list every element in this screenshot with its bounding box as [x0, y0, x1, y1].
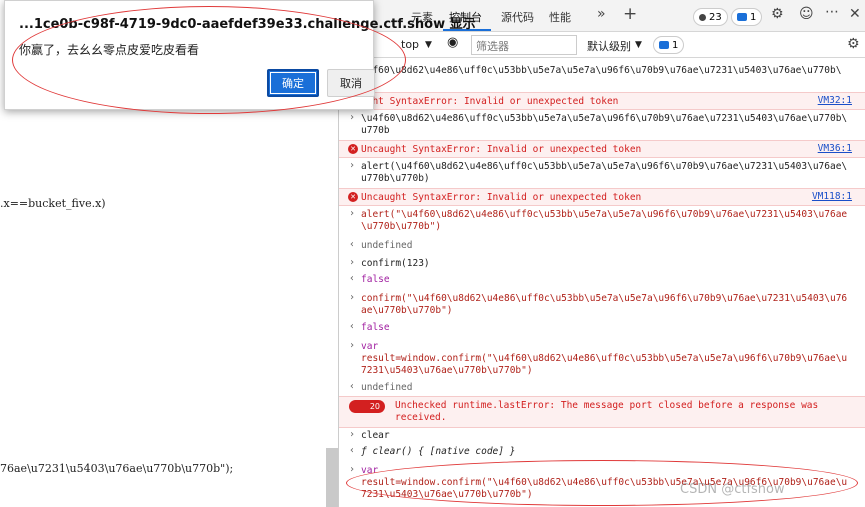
- console-text: u770b: [361, 125, 390, 136]
- console-text: confirm(123): [361, 258, 430, 269]
- error-count-pill: 20: [349, 400, 385, 413]
- chevron-left-icon: ‹: [349, 321, 356, 332]
- console-result-row: ‹ undefined: [339, 238, 865, 254]
- user-feedback-icon[interactable]: ☺: [799, 6, 814, 22]
- cancel-button[interactable]: 取消: [327, 69, 375, 97]
- console-text: ae\u770b\u770b"): [361, 305, 453, 316]
- console-error-text: Uncaught SyntaxError: Invalid or unexpec…: [361, 192, 642, 203]
- console-result: undefined: [361, 240, 413, 251]
- console-error-row: ught SyntaxError: Invalid or unexpected …: [339, 92, 865, 110]
- chevron-right-icon: ›: [349, 429, 356, 440]
- settings-gear-icon[interactable]: ⚙: [771, 6, 784, 22]
- issues-icon: [699, 13, 706, 21]
- level-chevron-down-icon[interactable]: ▼: [635, 40, 642, 50]
- console-settings-gear-icon[interactable]: ⚙: [847, 36, 860, 52]
- console-input-row: › alert(\u4f60\u8d62\u4e86\uff0c\u53bb\u…: [339, 158, 865, 188]
- console-result-row: ‹ false: [339, 320, 865, 336]
- console-result-row: ‹ undefined: [339, 380, 865, 396]
- console-result: undefined: [361, 382, 413, 393]
- chevron-right-icon: ›: [349, 464, 356, 475]
- console-input-row: › confirm("\u4f60\u8d62\u4e86\uff0c\u53b…: [339, 290, 865, 320]
- console-input-row: › var result=window.confirm("\u4f60\u8d6…: [339, 462, 865, 504]
- live-expression-eye-icon[interactable]: ◉: [447, 35, 458, 50]
- ok-button[interactable]: 确定: [267, 69, 319, 97]
- console-result: ƒ clear() { [native code] }: [361, 446, 516, 457]
- console-output: u4f60\u8d62\u4e86\uff0c\u53bb\u5e7a\u5e7…: [339, 58, 865, 507]
- context-selector[interactable]: top: [401, 38, 419, 51]
- console-text: clear: [361, 430, 390, 441]
- confirm-dialog: ...1ce0b-c98f-4719-9dc0-aaefdef39e33.cha…: [4, 0, 476, 110]
- filter-input[interactable]: 筛选器: [471, 35, 577, 55]
- console-error-text: ught SyntaxError: Invalid or unexpected …: [361, 96, 619, 107]
- source-link[interactable]: VM118:1: [812, 191, 852, 202]
- console-input-row: › confirm(123): [339, 256, 865, 272]
- error-x-icon: ✕: [348, 192, 358, 202]
- page-code-fragment-bottom: 76ae\u7231\u5403\u76ae\u770b\u770b");: [0, 462, 234, 475]
- console-text: alert(\u4f60\u8d62\u4e86\uff0c\u53bb\u5e…: [361, 161, 848, 172]
- issues-badge[interactable]: 23: [693, 8, 728, 26]
- source-link[interactable]: VM36:1: [818, 143, 852, 154]
- filter-badge-count: 1: [672, 39, 679, 51]
- add-tab-icon[interactable]: +: [623, 4, 637, 24]
- issues-count: 23: [709, 11, 722, 23]
- console-input-row: › alert("\u4f60\u8d62\u4e86\uff0c\u53bb\…: [339, 206, 865, 236]
- filter-messages-badge[interactable]: 1: [653, 36, 685, 54]
- chevron-right-icon: ›: [349, 292, 356, 303]
- console-input-row: › clear: [339, 428, 865, 444]
- dialog-message: 你赢了，去幺幺零点皮爱吃皮看看: [19, 43, 200, 57]
- chevron-right-icon: ›: [349, 160, 356, 171]
- console-text: u770b\u770b): [361, 173, 430, 184]
- chevron-left-icon: ‹: [349, 445, 356, 456]
- console-text: u4f60\u8d62\u4e86\uff0c\u53bb\u5e7a\u5e7…: [361, 65, 842, 76]
- tab-performance[interactable]: 性能: [549, 9, 571, 25]
- chevron-right-icon: ›: [349, 340, 356, 351]
- console-error-row: 20 Unchecked runtime.lastError: The mess…: [339, 396, 865, 428]
- devtools-panel: 元素 控制台 源代码 性能 » + 23 1 ⚙ ☺ ⋯ ✕ top ▼ ◉ 筛…: [338, 0, 865, 507]
- console-result: false: [361, 322, 390, 333]
- console-input-row: › \u4f60\u8d62\u4e86\uff0c\u53bb\u5e7a\u…: [339, 110, 865, 140]
- console-filter-bar: top ▼ ◉ 筛选器 默认级别 ▼ 1 ⚙: [339, 32, 865, 58]
- console-text: \u4f60\u8d62\u4e86\uff0c\u53bb\u5e7a\u5e…: [361, 113, 848, 124]
- chevron-down-icon[interactable]: ▼: [425, 40, 432, 50]
- chevron-left-icon: ‹: [349, 239, 356, 250]
- console-result: false: [361, 274, 390, 285]
- console-result-row: ‹ false: [339, 272, 865, 288]
- chevron-left-icon: ‹: [349, 381, 356, 392]
- watermark: CSDN @ctfshow: [680, 482, 785, 497]
- page-scrollbar[interactable]: [326, 448, 338, 507]
- console-text: 7231\u5403\u76ae\u770b\u770b"): [361, 365, 533, 376]
- console-error-text: received.: [395, 412, 447, 423]
- message-icon: [737, 13, 747, 21]
- page-code-fragment-top: .x==bucket_five.x): [0, 197, 106, 210]
- console-text: \u770b\u770b"): [361, 221, 442, 232]
- message-icon: [659, 41, 669, 49]
- chevron-right-icon: ›: [349, 208, 356, 219]
- close-devtools-icon[interactable]: ✕: [849, 6, 861, 22]
- console-input-row: › var result=window.confirm("\u4f60\u8d6…: [339, 338, 865, 380]
- dialog-title: ...1ce0b-c98f-4719-9dc0-aaefdef39e33.cha…: [19, 17, 476, 32]
- console-error-row: ✕ Uncaught SyntaxError: Invalid or unexp…: [339, 140, 865, 158]
- messages-count: 1: [750, 11, 757, 23]
- chevron-right-icon: ›: [349, 112, 356, 123]
- chevron-right-icon: ›: [349, 257, 356, 268]
- source-link[interactable]: VM32:1: [818, 95, 852, 106]
- error-x-icon: ✕: [348, 144, 358, 154]
- more-options-icon[interactable]: ⋯: [825, 4, 839, 20]
- console-result-row: ‹ ƒ clear() { [native code] }: [339, 444, 865, 462]
- console-error-text: Uncaught SyntaxError: Invalid or unexpec…: [361, 144, 642, 155]
- messages-badge[interactable]: 1: [731, 8, 763, 26]
- console-error-text: Unchecked runtime.lastError: The message…: [395, 400, 819, 411]
- tab-sources[interactable]: 源代码: [501, 9, 534, 25]
- log-level-selector[interactable]: 默认级别: [587, 38, 631, 54]
- console-text: 7231\u5403\u76ae\u770b\u770b"): [361, 489, 533, 500]
- console-error-row: ✕ Uncaught SyntaxError: Invalid or unexp…: [339, 188, 865, 206]
- more-tabs-icon[interactable]: »: [597, 6, 606, 22]
- chevron-left-icon: ‹: [349, 273, 356, 284]
- console-row: u4f60\u8d62\u4e86\uff0c\u53bb\u5e7a\u5e7…: [339, 60, 865, 86]
